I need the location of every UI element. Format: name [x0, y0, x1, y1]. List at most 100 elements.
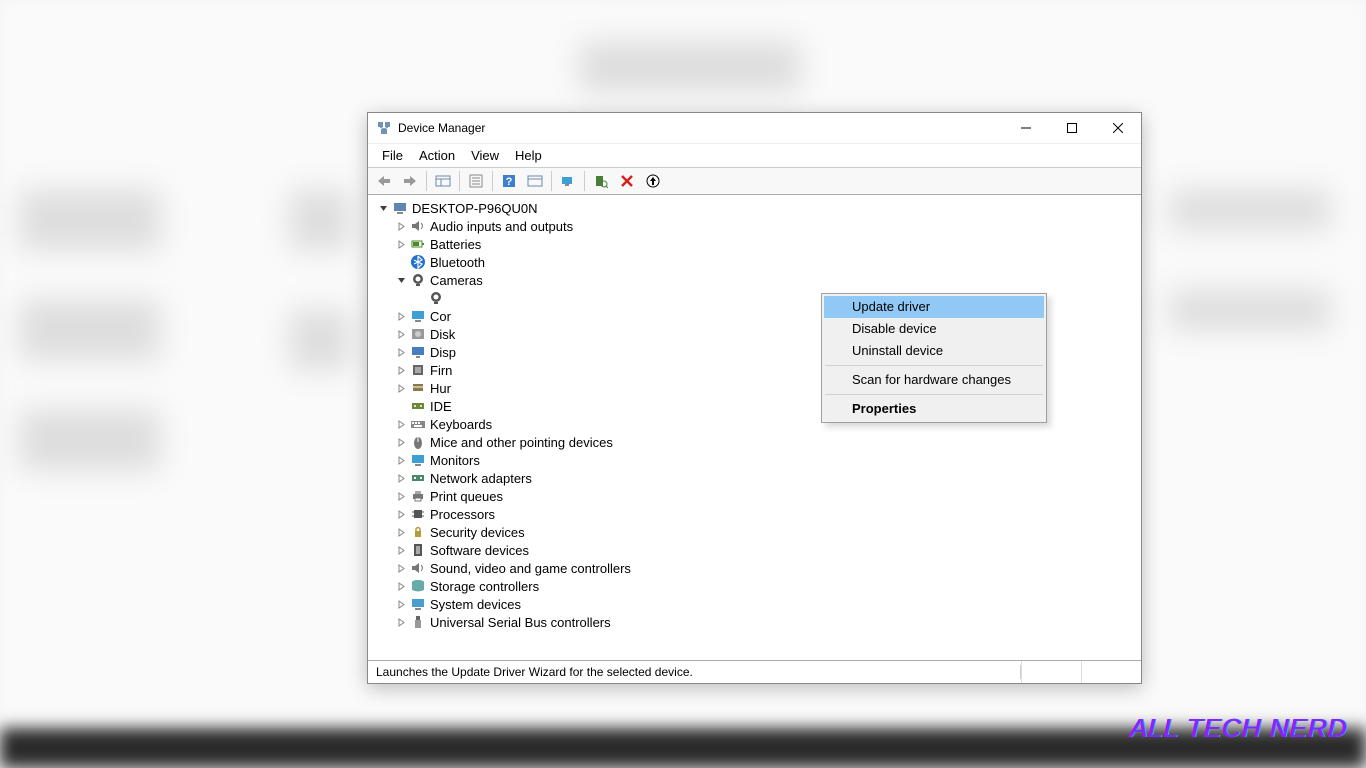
keyboard-icon: [410, 416, 426, 432]
expander-none: [394, 399, 408, 413]
menu-view[interactable]: View: [463, 146, 507, 165]
chevron-right-icon[interactable]: [394, 309, 408, 323]
watermark: ALL TECH NERD: [1130, 713, 1348, 744]
menu-scan-hardware[interactable]: Scan for hardware changes: [824, 369, 1044, 391]
action-button[interactable]: [523, 170, 547, 192]
status-message: Launches the Update Driver Wizard for th…: [368, 665, 1021, 679]
display-icon: [410, 344, 426, 360]
tree-category-label: Disk: [430, 327, 455, 342]
tree-category[interactable]: Software devices: [368, 541, 1141, 559]
chevron-right-icon[interactable]: [394, 219, 408, 233]
tree-category-label: System devices: [430, 597, 521, 612]
chevron-right-icon[interactable]: [394, 561, 408, 575]
chevron-right-icon[interactable]: [394, 237, 408, 251]
close-button[interactable]: [1095, 113, 1141, 143]
menu-properties[interactable]: Properties: [824, 398, 1044, 420]
chevron-right-icon[interactable]: [394, 417, 408, 431]
chevron-right-icon[interactable]: [394, 579, 408, 593]
tree-root[interactable]: DESKTOP-P96QU0N: [368, 199, 1141, 217]
chevron-right-icon[interactable]: [394, 615, 408, 629]
hid-icon: [410, 380, 426, 396]
mouse-icon: [410, 434, 426, 450]
tree-category-label: Network adapters: [430, 471, 532, 486]
tree-category[interactable]: Mice and other pointing devices: [368, 433, 1141, 451]
menubar: File Action View Help: [368, 143, 1141, 167]
chevron-down-icon[interactable]: [394, 273, 408, 287]
tree-category[interactable]: Print queues: [368, 487, 1141, 505]
menu-separator: [825, 365, 1043, 366]
tree-category[interactable]: Processors: [368, 505, 1141, 523]
monitor-icon: [410, 308, 426, 324]
ide-icon: [410, 398, 426, 414]
device-tree[interactable]: DESKTOP-P96QU0N Audio inputs and outputs…: [368, 195, 1141, 661]
help-button[interactable]: ?: [497, 170, 521, 192]
network-icon: [410, 470, 426, 486]
tree-category-label: IDE: [430, 399, 452, 414]
chevron-right-icon[interactable]: [394, 435, 408, 449]
tree-category[interactable]: Security devices: [368, 523, 1141, 541]
chevron-right-icon[interactable]: [394, 597, 408, 611]
tree-category[interactable]: Cameras: [368, 271, 1141, 289]
tree-category[interactable]: Batteries: [368, 235, 1141, 253]
tree-category-label: Disp: [430, 345, 456, 360]
firmware-icon: [410, 362, 426, 378]
tree-category[interactable]: Monitors: [368, 451, 1141, 469]
bluetooth-icon: [410, 254, 426, 270]
disk-icon: [410, 326, 426, 342]
battery-icon: [410, 236, 426, 252]
tree-category[interactable]: Bluetooth: [368, 253, 1141, 271]
chevron-right-icon[interactable]: [394, 345, 408, 359]
context-menu: Update driver Disable device Uninstall d…: [821, 293, 1047, 423]
chevron-right-icon[interactable]: [394, 381, 408, 395]
cpu-icon: [410, 506, 426, 522]
menu-disable-device[interactable]: Disable device: [824, 318, 1044, 340]
tree-root-label: DESKTOP-P96QU0N: [412, 201, 537, 216]
forward-button[interactable]: [398, 170, 422, 192]
tree-category-label: Hur: [430, 381, 451, 396]
chevron-right-icon[interactable]: [394, 327, 408, 341]
menu-separator: [825, 394, 1043, 395]
menu-uninstall-device[interactable]: Uninstall device: [824, 340, 1044, 362]
tree-category[interactable]: Universal Serial Bus controllers: [368, 613, 1141, 631]
back-button[interactable]: [372, 170, 396, 192]
menu-file[interactable]: File: [374, 146, 411, 165]
minimize-button[interactable]: [1003, 113, 1049, 143]
computer-icon: [392, 200, 408, 216]
chevron-right-icon[interactable]: [394, 507, 408, 521]
expander-none: [394, 255, 408, 269]
tree-category[interactable]: Audio inputs and outputs: [368, 217, 1141, 235]
software-icon: [410, 542, 426, 558]
chevron-right-icon[interactable]: [394, 525, 408, 539]
show-hide-console-button[interactable]: [431, 170, 455, 192]
svg-text:?: ?: [506, 176, 513, 188]
chevron-right-icon[interactable]: [394, 471, 408, 485]
sound-icon: [410, 560, 426, 576]
chevron-right-icon[interactable]: [394, 543, 408, 557]
tree-category-label: Sound, video and game controllers: [430, 561, 631, 576]
tree-category-label: Cor: [430, 309, 451, 324]
tree-category-label: Firn: [430, 363, 452, 378]
uninstall-button[interactable]: [615, 170, 639, 192]
chevron-right-icon[interactable]: [394, 489, 408, 503]
tree-category[interactable]: Network adapters: [368, 469, 1141, 487]
tree-category[interactable]: Storage controllers: [368, 577, 1141, 595]
disable-button[interactable]: [641, 170, 665, 192]
window-title: Device Manager: [398, 121, 1003, 135]
chevron-down-icon[interactable]: [376, 201, 390, 215]
expander-none: [412, 291, 426, 305]
menu-help[interactable]: Help: [507, 146, 550, 165]
chevron-right-icon[interactable]: [394, 453, 408, 467]
menu-action[interactable]: Action: [411, 146, 463, 165]
tree-category[interactable]: System devices: [368, 595, 1141, 613]
properties-button[interactable]: [464, 170, 488, 192]
tree-category-label: Software devices: [430, 543, 529, 558]
menu-update-driver[interactable]: Update driver: [824, 296, 1044, 318]
chevron-right-icon[interactable]: [394, 363, 408, 377]
tree-category-label: Keyboards: [430, 417, 492, 432]
tree-category-label: Storage controllers: [430, 579, 539, 594]
update-driver-button[interactable]: [556, 170, 580, 192]
scan-hardware-button[interactable]: [589, 170, 613, 192]
maximize-button[interactable]: [1049, 113, 1095, 143]
status-cell: [1081, 661, 1141, 683]
tree-category[interactable]: Sound, video and game controllers: [368, 559, 1141, 577]
